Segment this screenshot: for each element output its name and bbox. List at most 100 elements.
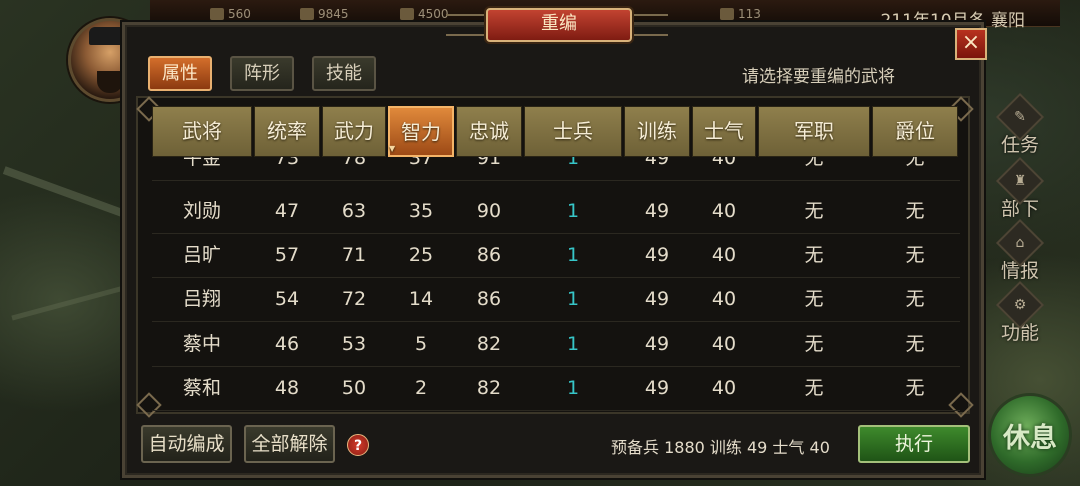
cell-loyalty: 82 (476, 333, 502, 355)
cell-rank: 无 (905, 377, 925, 399)
cell-command: 48 (274, 377, 300, 399)
column-header-rank[interactable]: 爵位 (872, 106, 958, 157)
resource-item: 4500 (400, 7, 449, 21)
cell-command: 73 (274, 157, 300, 169)
cell-training: 49 (644, 244, 670, 266)
cell-force: 53 (341, 333, 367, 355)
cell-post: 无 (804, 244, 824, 266)
cell-intellect: 35 (408, 200, 434, 222)
command-icon (720, 8, 734, 20)
title-ornament (628, 14, 668, 36)
cell-rank: 无 (905, 157, 925, 169)
side-menu-intel[interactable]: ⌂ 情报 (990, 218, 1050, 283)
column-header-post[interactable]: 军职 (758, 106, 870, 157)
cell-post: 无 (804, 333, 824, 355)
cell-general: 刘勋 (182, 200, 221, 222)
gold-icon (210, 8, 224, 20)
cell-soldiers: 1 (566, 288, 580, 310)
cell-training: 49 (644, 200, 670, 222)
cell-general: 蔡中 (182, 333, 221, 355)
troops-icon (400, 8, 414, 20)
column-header-soldiers[interactable]: 士兵 (524, 106, 622, 157)
cell-command: 57 (274, 244, 300, 266)
resource-value: 4500 (418, 7, 449, 21)
table-body[interactable]: 牛金 73 78 37 91 1 49 40 无 无 刘勋 47 63 35 9… (152, 157, 960, 411)
side-menu-task[interactable]: ✎ 任务 (990, 92, 1050, 157)
side-menu-subordinate[interactable]: ♜ 部下 (990, 156, 1050, 221)
cell-post: 无 (804, 288, 824, 310)
cell-intellect: 37 (408, 157, 434, 169)
cell-general: 吕翔 (182, 288, 221, 310)
reserve-summary: 预备兵 1880 训练 49 士气 40 (611, 438, 830, 457)
cell-command: 46 (274, 333, 300, 355)
resource-item: 113 (720, 7, 761, 21)
column-header-force[interactable]: 武力 (322, 106, 386, 157)
cell-rank: 无 (905, 200, 925, 222)
resource-value: 9845 (318, 7, 349, 21)
cell-force: 78 (341, 157, 367, 169)
cell-morale: 40 (711, 288, 737, 310)
cell-intellect: 25 (408, 244, 434, 266)
column-header-intellect[interactable]: ▼ 智力 (388, 106, 454, 157)
cell-post: 无 (804, 377, 824, 399)
cell-soldiers: 1 (566, 157, 580, 169)
close-button[interactable]: × (955, 28, 987, 60)
cell-training: 49 (644, 333, 670, 355)
column-header-morale[interactable]: 士气 (692, 106, 756, 157)
cell-loyalty: 82 (476, 377, 502, 399)
column-header-general[interactable]: 武将 (152, 106, 252, 157)
release-all-button[interactable]: 全部解除 (244, 425, 335, 463)
cell-morale: 40 (711, 244, 737, 266)
rest-button[interactable]: 休息 (988, 393, 1072, 477)
resource-item: 9845 (300, 7, 349, 21)
execute-button[interactable]: 执行 (858, 425, 970, 463)
cell-training: 49 (644, 157, 670, 169)
tab-attributes[interactable]: 属性 (148, 56, 212, 91)
cell-force: 72 (341, 288, 367, 310)
cell-loyalty: 91 (476, 157, 502, 169)
table-row[interactable]: 蔡和 48 50 2 82 1 49 40 无 无 (152, 366, 960, 411)
table-row[interactable]: 吕旷 57 71 25 86 1 49 40 无 无 (152, 233, 960, 278)
cell-soldiers: 1 (566, 377, 580, 399)
resource-value: 113 (738, 7, 761, 21)
help-icon[interactable]: ? (347, 434, 369, 456)
cell-rank: 无 (905, 288, 925, 310)
cell-morale: 40 (711, 200, 737, 222)
resource-item: 560 (210, 7, 251, 21)
table-row[interactable]: 牛金 73 78 37 91 1 49 40 无 无 (152, 157, 960, 181)
cell-intellect: 14 (408, 288, 434, 310)
title-ornament (446, 14, 486, 36)
table-row[interactable]: 吕翔 54 72 14 86 1 49 40 无 无 (152, 277, 960, 322)
cell-intellect: 5 (414, 333, 428, 355)
tab-formation[interactable]: 阵形 (230, 56, 294, 91)
cell-post: 无 (804, 157, 824, 169)
table-row[interactable]: 蔡中 46 53 5 82 1 49 40 无 无 (152, 322, 960, 367)
cell-training: 49 (644, 377, 670, 399)
column-header-loyalty[interactable]: 忠诚 (456, 106, 522, 157)
dialog-title: 重编 (486, 8, 632, 42)
resource-value: 560 (228, 7, 251, 21)
cell-force: 63 (341, 200, 367, 222)
cell-soldiers: 1 (566, 200, 580, 222)
column-header-command[interactable]: 统率 (254, 106, 320, 157)
cell-morale: 40 (711, 377, 737, 399)
column-header-training[interactable]: 训练 (624, 106, 690, 157)
tab-skills[interactable]: 技能 (312, 56, 376, 91)
cell-general: 蔡和 (182, 377, 221, 399)
cell-morale: 40 (711, 333, 737, 355)
side-menu-function[interactable]: ⚙ 功能 (990, 280, 1050, 345)
cell-loyalty: 90 (476, 200, 502, 222)
table-row[interactable]: 刘勋 47 63 35 90 1 49 40 无 无 (152, 189, 960, 234)
auto-organize-button[interactable]: 自动编成 (141, 425, 232, 463)
cell-command: 54 (274, 288, 300, 310)
cell-force: 71 (341, 244, 367, 266)
cell-command: 47 (274, 200, 300, 222)
cell-rank: 无 (905, 244, 925, 266)
cell-rank: 无 (905, 333, 925, 355)
cell-general: 吕旷 (182, 244, 221, 266)
cell-soldiers: 1 (566, 333, 580, 355)
cell-force: 50 (341, 377, 367, 399)
cell-soldiers: 1 (566, 244, 580, 266)
cell-loyalty: 86 (476, 288, 502, 310)
cell-training: 49 (644, 288, 670, 310)
